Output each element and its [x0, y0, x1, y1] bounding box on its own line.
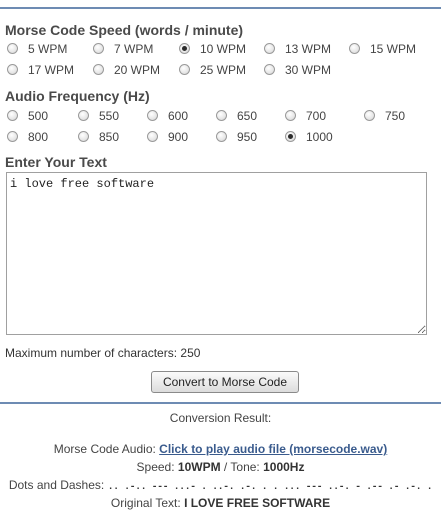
original-text-line: Original Text: I LOVE FREE SOFTWARE — [0, 496, 441, 510]
radio-button-icon[interactable] — [179, 64, 190, 75]
radio-button-icon[interactable] — [147, 131, 158, 142]
audio-line: Morse Code Audio: Click to play audio fi… — [0, 442, 441, 456]
radio-button-icon[interactable] — [285, 110, 296, 121]
radio-button-icon[interactable] — [78, 110, 89, 121]
speed-option[interactable]: 15 WPM — [349, 38, 416, 59]
speed-option[interactable]: 20 WPM — [93, 59, 160, 80]
result-heading: Conversion Result: — [169, 411, 272, 425]
speed-tone-separator: / — [220, 460, 231, 474]
radio-button-icon[interactable] — [7, 131, 18, 142]
top-divider — [0, 7, 441, 9]
radio-button-icon[interactable] — [285, 131, 296, 142]
speed-option[interactable]: 17 WPM — [7, 59, 74, 80]
result-divider — [0, 402, 441, 404]
frequency-option[interactable]: 500 — [7, 105, 48, 126]
frequency-option-label: 650 — [237, 108, 258, 123]
speed-section-title: Morse Code Speed (words / minute) — [5, 22, 244, 38]
frequency-option-label: 900 — [168, 129, 189, 144]
frequency-option-label: 600 — [168, 108, 189, 123]
radio-button-icon[interactable] — [264, 43, 275, 54]
speed-option-label: 7 WPM — [114, 41, 154, 56]
frequency-option[interactable]: 700 — [285, 105, 326, 126]
original-text-label: Original Text: — [110, 496, 181, 510]
frequency-option[interactable]: 600 — [147, 105, 188, 126]
text-section-title: Enter Your Text — [5, 154, 107, 170]
frequency-option-label: 800 — [28, 129, 49, 144]
speed-option-label: 30 WPM — [285, 62, 332, 77]
audio-file-link[interactable]: Click to play audio file (morsecode.wav) — [159, 442, 387, 456]
speed-tone-line: Speed: 10WPM / Tone: 1000Hz — [0, 460, 441, 474]
frequency-option-label: 550 — [99, 108, 120, 123]
radio-button-icon[interactable] — [147, 110, 158, 121]
original-text-value: I LOVE FREE SOFTWARE — [184, 496, 331, 510]
frequency-option-label: 850 — [99, 129, 120, 144]
audio-label: Morse Code Audio: — [53, 442, 156, 456]
dots-dashes-label: Dots and Dashes: — [8, 478, 105, 492]
speed-option-label: 13 WPM — [285, 41, 332, 56]
frequency-option[interactable]: 900 — [147, 126, 188, 147]
max-characters-hint: Maximum number of characters: 250 — [5, 346, 201, 360]
radio-button-icon[interactable] — [216, 110, 227, 121]
radio-button-icon[interactable] — [78, 131, 89, 142]
speed-option-label: 20 WPM — [114, 62, 161, 77]
radio-button-icon[interactable] — [216, 131, 227, 142]
frequency-option-label: 700 — [306, 108, 327, 123]
tone-label: Tone: — [230, 460, 260, 474]
frequency-option[interactable]: 650 — [216, 105, 257, 126]
speed-option-label: 25 WPM — [200, 62, 247, 77]
radio-button-icon[interactable] — [349, 43, 360, 54]
speed-option[interactable]: 10 WPM — [179, 38, 246, 59]
speed-option-label: 17 WPM — [28, 62, 75, 77]
radio-button-icon[interactable] — [364, 110, 375, 121]
frequency-option-label: 1000 — [306, 129, 333, 144]
speed-option[interactable]: 13 WPM — [264, 38, 331, 59]
frequency-section-title: Audio Frequency (Hz) — [5, 88, 150, 104]
radio-button-icon[interactable] — [7, 43, 18, 54]
frequency-option[interactable]: 800 — [7, 126, 48, 147]
speed-value: 10WPM — [177, 460, 221, 474]
speed-option[interactable]: 5 WPM — [7, 38, 67, 59]
radio-button-icon[interactable] — [93, 43, 104, 54]
frequency-option[interactable]: 850 — [78, 126, 119, 147]
radio-button-icon[interactable] — [93, 64, 104, 75]
radio-button-icon[interactable] — [264, 64, 275, 75]
radio-button-icon[interactable] — [7, 64, 18, 75]
speed-option-label: 15 WPM — [370, 41, 417, 56]
frequency-option[interactable]: 1000 — [285, 126, 333, 147]
speed-option[interactable]: 25 WPM — [179, 59, 246, 80]
convert-button[interactable]: Convert to Morse Code — [151, 371, 299, 393]
dots-dashes-value: .. .-.. --- ...- . ..-. .-. . . ... --- … — [107, 482, 433, 493]
radio-button-icon[interactable] — [179, 43, 190, 54]
speed-option[interactable]: 7 WPM — [93, 38, 153, 59]
frequency-option[interactable]: 950 — [216, 126, 257, 147]
frequency-option[interactable]: 750 — [364, 105, 405, 126]
radio-button-icon[interactable] — [7, 110, 18, 121]
frequency-option-label: 950 — [237, 129, 258, 144]
speed-option[interactable]: 30 WPM — [264, 59, 331, 80]
text-input[interactable] — [6, 172, 427, 335]
dots-dashes-line: Dots and Dashes: .. .-.. --- ...- . ..-.… — [0, 478, 441, 493]
frequency-option[interactable]: 550 — [78, 105, 119, 126]
speed-option-label: 5 WPM — [28, 41, 68, 56]
frequency-option-label: 750 — [385, 108, 406, 123]
frequency-option-label: 500 — [28, 108, 49, 123]
speed-label: Speed: — [136, 460, 175, 474]
tone-value: 1000Hz — [263, 460, 305, 474]
speed-option-label: 10 WPM — [200, 41, 247, 56]
